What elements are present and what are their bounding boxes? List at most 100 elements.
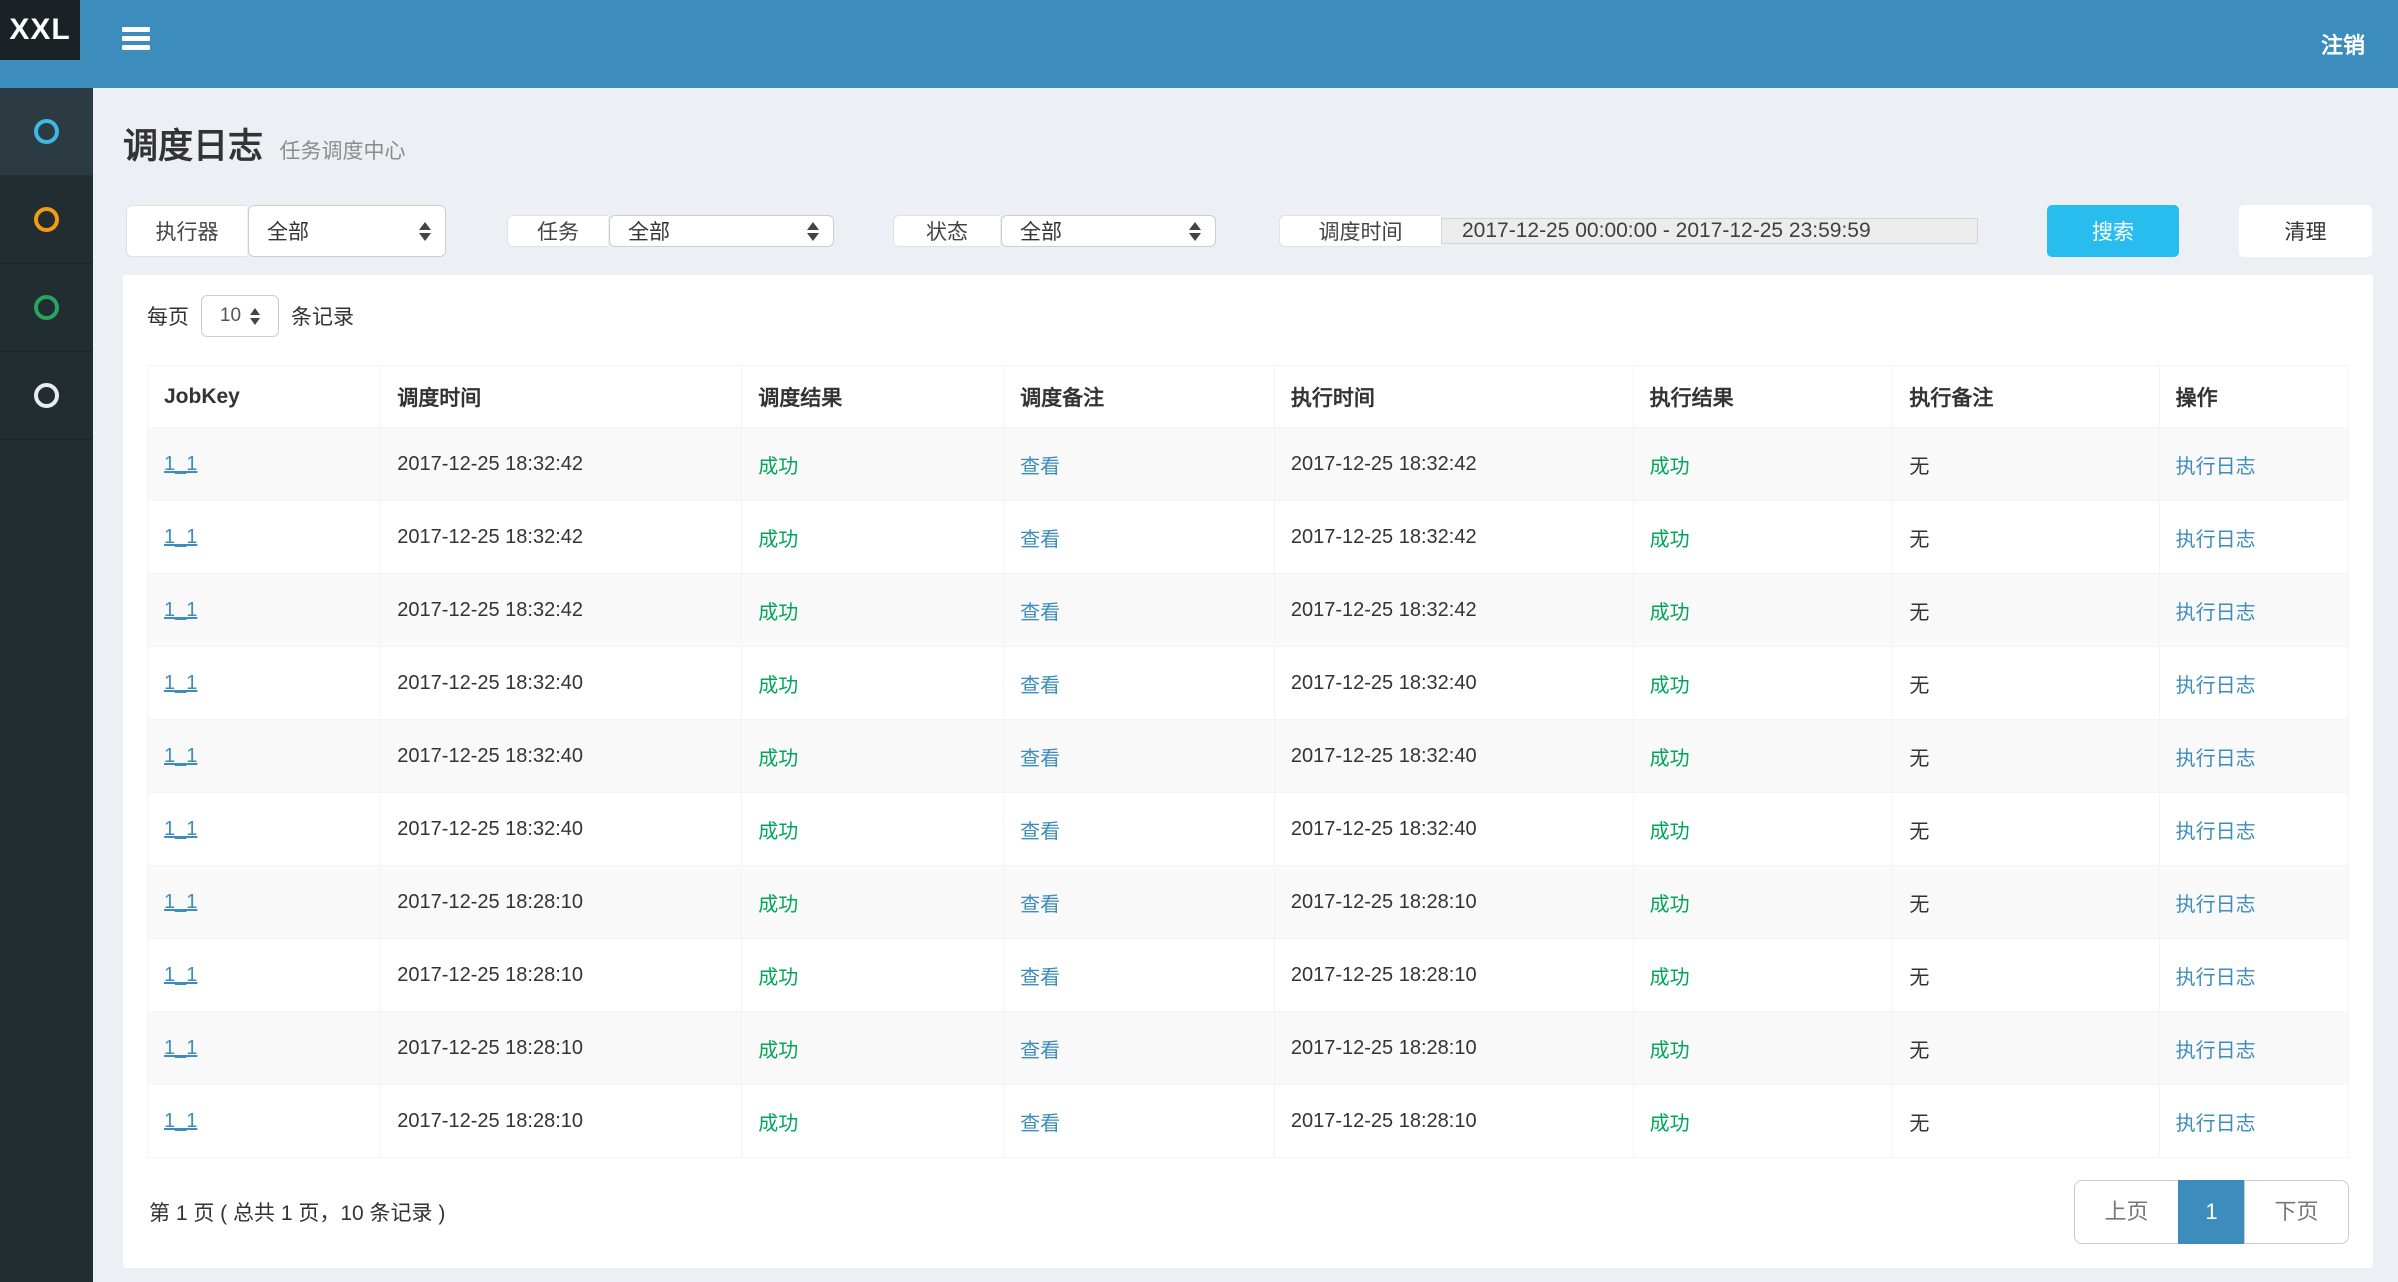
trigger-result-cell: 成功 bbox=[758, 748, 798, 770]
job-key-link[interactable]: 1_1 bbox=[164, 599, 197, 621]
status-filter-label: 状态 bbox=[893, 215, 1000, 247]
column-header: 执行结果 bbox=[1633, 366, 1893, 428]
job-key-link[interactable]: 1_1 bbox=[164, 891, 197, 913]
page-header: 调度日志 任务调度中心 bbox=[93, 88, 2398, 169]
action-exec-log-link[interactable]: 执行日志 bbox=[2176, 821, 2256, 843]
trigger-msg-link[interactable]: 查看 bbox=[1020, 456, 1060, 478]
trigger-result-cell: 成功 bbox=[758, 1113, 798, 1135]
table-row: 1_12017-12-25 18:32:40成功查看2017-12-25 18:… bbox=[148, 647, 2349, 720]
trigger-msg-link[interactable]: 查看 bbox=[1020, 894, 1060, 916]
column-header: 调度结果 bbox=[742, 366, 1004, 428]
action-exec-log-link[interactable]: 执行日志 bbox=[2176, 675, 2256, 697]
executor-filter-select[interactable]: 全部 bbox=[248, 205, 446, 257]
table-row: 1_12017-12-25 18:32:42成功查看2017-12-25 18:… bbox=[148, 501, 2349, 574]
handle-time-cell: 2017-12-25 18:32:42 bbox=[1291, 599, 1477, 621]
trigger-msg-link[interactable]: 查看 bbox=[1020, 529, 1060, 551]
select-stepper-icon bbox=[250, 308, 260, 325]
clear-button[interactable]: 清理 bbox=[2239, 205, 2372, 257]
trigger-time-cell: 2017-12-25 18:32:42 bbox=[397, 599, 583, 621]
page-size-prefix-label: 每页 bbox=[147, 301, 189, 331]
job-key-link[interactable]: 1_1 bbox=[164, 818, 197, 840]
job-key-link[interactable]: 1_1 bbox=[164, 1037, 197, 1059]
trigger-result-cell: 成功 bbox=[758, 602, 798, 624]
handle-time-cell: 2017-12-25 18:32:40 bbox=[1291, 745, 1477, 767]
trigger-msg-link[interactable]: 查看 bbox=[1020, 1113, 1060, 1135]
handle-msg-cell: 无 bbox=[1909, 1113, 1929, 1135]
handle-time-cell: 2017-12-25 18:28:10 bbox=[1291, 1037, 1477, 1059]
page-subtitle: 任务调度中心 bbox=[279, 140, 405, 163]
job-filter-label: 任务 bbox=[507, 215, 608, 247]
handle-time-cell: 2017-12-25 18:32:42 bbox=[1291, 453, 1477, 475]
trigger-result-cell: 成功 bbox=[758, 967, 798, 989]
trigger-msg-link[interactable]: 查看 bbox=[1020, 967, 1060, 989]
executor-filter-label: 执行器 bbox=[126, 205, 247, 257]
log-panel: 每页 10 条记录 JobKey调度时间调度结果调度备注执行时间执行结果执行备注… bbox=[123, 275, 2373, 1268]
handle-result-cell: 成功 bbox=[1650, 675, 1690, 697]
trigger-msg-link[interactable]: 查看 bbox=[1020, 602, 1060, 624]
handle-msg-cell: 无 bbox=[1909, 456, 1929, 478]
sidebar-item-runtime-report[interactable] bbox=[0, 88, 93, 176]
logout-link[interactable]: 注销 bbox=[2313, 0, 2373, 88]
job-key-link[interactable]: 1_1 bbox=[164, 964, 197, 986]
select-stepper-icon bbox=[419, 222, 431, 241]
trigger-msg-link[interactable]: 查看 bbox=[1020, 675, 1060, 697]
job-key-link[interactable]: 1_1 bbox=[164, 1110, 197, 1132]
pagination-next-button[interactable]: 下页 bbox=[2244, 1180, 2349, 1244]
trigger-msg-link[interactable]: 查看 bbox=[1020, 748, 1060, 770]
trigger-time-cell: 2017-12-25 18:32:42 bbox=[397, 453, 583, 475]
trigger-result-cell: 成功 bbox=[758, 821, 798, 843]
column-header: JobKey bbox=[148, 366, 381, 428]
trigger-msg-link[interactable]: 查看 bbox=[1020, 1040, 1060, 1062]
trigger-time-cell: 2017-12-25 18:28:10 bbox=[397, 1110, 583, 1132]
status-filter-select[interactable]: 全部 bbox=[1001, 215, 1216, 247]
handle-msg-cell: 无 bbox=[1909, 602, 1929, 624]
column-header: 执行备注 bbox=[1893, 366, 2159, 428]
job-key-link[interactable]: 1_1 bbox=[164, 745, 197, 767]
handle-msg-cell: 无 bbox=[1909, 675, 1929, 697]
job-filter-select[interactable]: 全部 bbox=[609, 215, 834, 247]
search-button[interactable]: 搜索 bbox=[2047, 205, 2179, 257]
handle-msg-cell: 无 bbox=[1909, 529, 1929, 551]
action-exec-log-link[interactable]: 执行日志 bbox=[2176, 456, 2256, 478]
action-exec-log-link[interactable]: 执行日志 bbox=[2176, 967, 2256, 989]
main-content: 调度日志 任务调度中心 执行器 全部 任务 全部 状态 全部 调度时间 2017… bbox=[93, 88, 2398, 1282]
pagination-current-page[interactable]: 1 bbox=[2178, 1180, 2245, 1244]
job-key-link[interactable]: 1_1 bbox=[164, 453, 197, 475]
table-header-row: JobKey调度时间调度结果调度备注执行时间执行结果执行备注操作 bbox=[148, 366, 2349, 428]
action-exec-log-link[interactable]: 执行日志 bbox=[2176, 602, 2256, 624]
top-navbar: XXL 注销 bbox=[0, 0, 2398, 88]
handle-result-cell: 成功 bbox=[1650, 967, 1690, 989]
action-exec-log-link[interactable]: 执行日志 bbox=[2176, 894, 2256, 916]
sidebar-toggle-button[interactable] bbox=[108, 14, 164, 62]
page-size-select[interactable]: 10 bbox=[201, 295, 279, 337]
action-exec-log-link[interactable]: 执行日志 bbox=[2176, 1113, 2256, 1135]
trigger-msg-link[interactable]: 查看 bbox=[1020, 821, 1060, 843]
table-row: 1_12017-12-25 18:28:10成功查看2017-12-25 18:… bbox=[148, 866, 2349, 939]
circle-o-icon bbox=[34, 295, 59, 320]
sidebar-item-dispatch-log[interactable] bbox=[0, 264, 93, 352]
filter-toolbar: 执行器 全部 任务 全部 状态 全部 调度时间 2017-12-25 00:00… bbox=[126, 205, 2373, 257]
job-key-link[interactable]: 1_1 bbox=[164, 526, 197, 548]
pagination: 上页 1 下页 bbox=[2074, 1180, 2349, 1244]
trigger-time-range-input[interactable]: 2017-12-25 00:00:00 - 2017-12-25 23:59:5… bbox=[1441, 218, 1978, 244]
page-title: 调度日志 bbox=[123, 127, 263, 166]
handle-result-cell: 成功 bbox=[1650, 748, 1690, 770]
sidebar-item-help[interactable] bbox=[0, 352, 93, 440]
job-key-link[interactable]: 1_1 bbox=[164, 672, 197, 694]
table-row: 1_12017-12-25 18:32:40成功查看2017-12-25 18:… bbox=[148, 793, 2349, 866]
column-header: 执行时间 bbox=[1274, 366, 1633, 428]
pagination-prev-button[interactable]: 上页 bbox=[2074, 1180, 2179, 1244]
table-row: 1_12017-12-25 18:28:10成功查看2017-12-25 18:… bbox=[148, 1085, 2349, 1158]
table-body: 1_12017-12-25 18:32:42成功查看2017-12-25 18:… bbox=[148, 428, 2349, 1158]
handle-result-cell: 成功 bbox=[1650, 529, 1690, 551]
trigger-time-cell: 2017-12-25 18:28:10 bbox=[397, 964, 583, 986]
action-exec-log-link[interactable]: 执行日志 bbox=[2176, 748, 2256, 770]
action-exec-log-link[interactable]: 执行日志 bbox=[2176, 1040, 2256, 1062]
trigger-time-cell: 2017-12-25 18:28:10 bbox=[397, 1037, 583, 1059]
sidebar-item-job-manage[interactable] bbox=[0, 176, 93, 264]
brand-logo[interactable]: XXL bbox=[0, 0, 80, 60]
menu-icon bbox=[122, 27, 150, 32]
action-exec-log-link[interactable]: 执行日志 bbox=[2176, 529, 2256, 551]
log-table: JobKey调度时间调度结果调度备注执行时间执行结果执行备注操作 1_12017… bbox=[147, 365, 2349, 1158]
panel-footer: 第 1 页 ( 总共 1 页，10 条记录 ) 上页 1 下页 bbox=[147, 1180, 2349, 1244]
